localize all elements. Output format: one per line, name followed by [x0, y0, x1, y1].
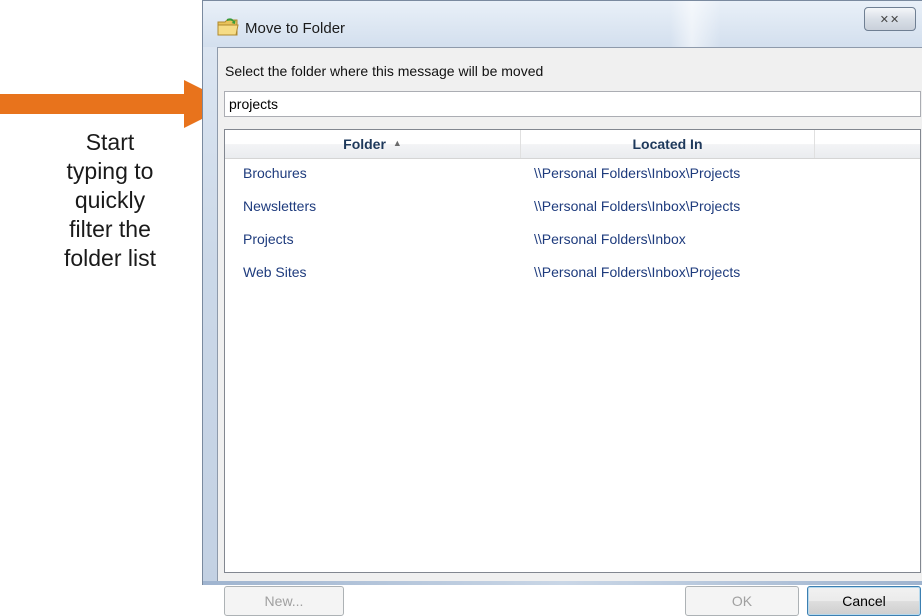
- close-icon: ✕✕: [879, 12, 901, 26]
- close-button[interactable]: ✕✕: [864, 7, 916, 31]
- annotation-line: filter the: [69, 216, 151, 242]
- window-bottom-border: [203, 581, 922, 585]
- list-header: Folder ▲ Located In: [225, 130, 920, 159]
- column-header-located-in[interactable]: Located In: [521, 130, 815, 158]
- prompt-label: Select the folder where this message wil…: [225, 63, 544, 79]
- annotation-arrow-icon: [0, 80, 232, 128]
- column-header-folder[interactable]: Folder ▲: [225, 130, 521, 158]
- folder-rows: Brochures \\Personal Folders\Inbox\Proje…: [225, 163, 920, 295]
- table-row[interactable]: Newsletters \\Personal Folders\Inbox\Pro…: [225, 196, 920, 229]
- folder-name-cell: Web Sites: [243, 264, 307, 280]
- column-header-filler: [815, 130, 920, 158]
- annotation-line: Start: [85, 129, 135, 155]
- sort-ascending-icon: ▲: [392, 138, 402, 148]
- folder-name-cell: Brochures: [243, 165, 307, 181]
- located-in-cell: \\Personal Folders\Inbox\Projects: [534, 198, 741, 214]
- new-folder-button[interactable]: New...: [224, 586, 344, 616]
- ok-button[interactable]: OK: [685, 586, 799, 616]
- column-header-label: Folder: [343, 136, 386, 152]
- located-in-cell: \\Personal Folders\Inbox\Projects: [534, 264, 741, 280]
- dialog-title: Move to Folder: [245, 20, 346, 37]
- annotation-line: typing to: [66, 158, 154, 184]
- dialog-body: Select the folder where this message wil…: [217, 47, 922, 616]
- title-bar[interactable]: Move to Folder ✕✕: [203, 1, 922, 47]
- annotation-text: Start typing to quickly filter the folde…: [20, 128, 200, 273]
- folder-list[interactable]: Folder ▲ Located In Brochures \\Personal…: [224, 129, 921, 573]
- folder-name-cell: Newsletters: [243, 198, 317, 214]
- table-row[interactable]: Brochures \\Personal Folders\Inbox\Proje…: [225, 163, 920, 196]
- cancel-button[interactable]: Cancel: [807, 586, 921, 616]
- table-row[interactable]: Projects \\Personal Folders\Inbox: [225, 229, 920, 262]
- located-in-cell: \\Personal Folders\Inbox\Projects: [534, 165, 741, 181]
- table-row[interactable]: Web Sites \\Personal Folders\Inbox\Proje…: [225, 262, 920, 295]
- folder-arrow-icon: [217, 18, 239, 36]
- folder-name-cell: Projects: [243, 231, 294, 247]
- column-header-label: Located In: [632, 136, 703, 152]
- annotation-line: folder list: [63, 245, 157, 271]
- annotation-line: quickly: [74, 187, 146, 213]
- located-in-cell: \\Personal Folders\Inbox: [534, 231, 686, 247]
- folder-filter-input[interactable]: [224, 91, 921, 117]
- move-to-folder-dialog: Move to Folder ✕✕ Select the folder wher…: [202, 0, 922, 616]
